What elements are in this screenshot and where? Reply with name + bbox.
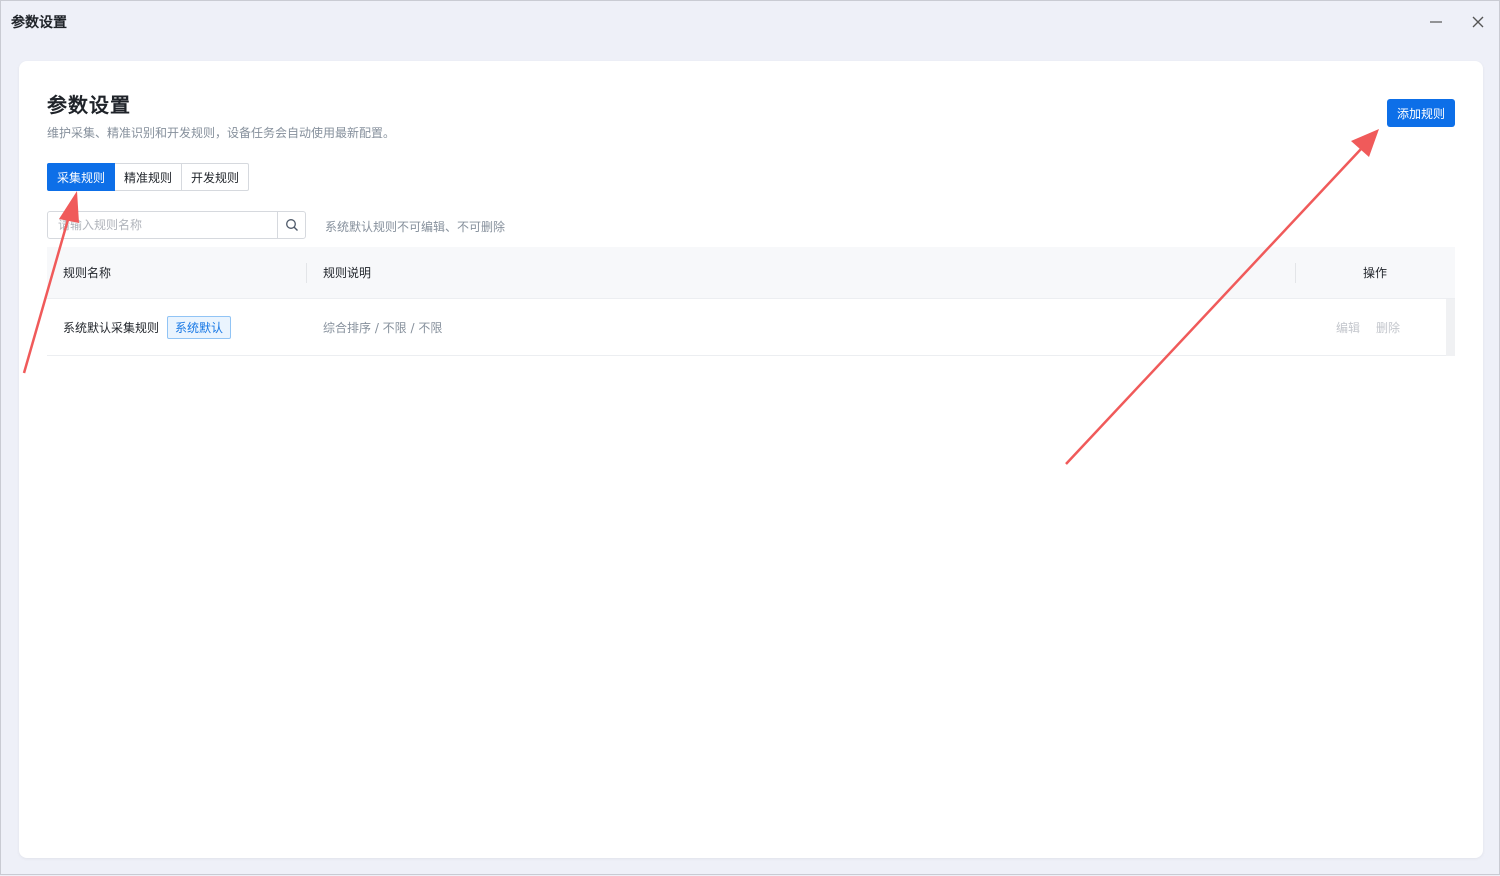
add-rule-button[interactable]: 添加规则 xyxy=(1386,99,1455,127)
page-subtitle: 维护采集、精准识别和开发规则，设备任务会自动使用最新配置。 xyxy=(47,126,396,140)
edit-link[interactable]: 编辑 xyxy=(1336,319,1360,336)
column-header-actions: 操作 xyxy=(1295,247,1455,298)
delete-link[interactable]: 删除 xyxy=(1376,319,1400,336)
search-hint: 系统默认规则不可编辑、不可删除 xyxy=(325,220,506,234)
table-header: 规则名称 规则说明 操作 xyxy=(47,247,1455,299)
rule-description: 综合排序 / 不限 / 不限 xyxy=(323,320,443,335)
table-scrollbar[interactable] xyxy=(1446,299,1455,356)
column-header-description: 规则说明 xyxy=(307,247,1295,298)
search-box xyxy=(47,211,306,239)
tab-precise-rules[interactable]: 精准规则 xyxy=(114,163,183,191)
search-icon xyxy=(285,219,298,231)
window-title: 参数设置 xyxy=(11,15,67,31)
system-default-badge: 系统默认 xyxy=(167,315,232,339)
search-input[interactable] xyxy=(48,212,277,238)
column-header-actions-label: 操作 xyxy=(1362,266,1387,280)
page-title: 参数设置 xyxy=(47,93,131,117)
column-divider xyxy=(1295,263,1296,283)
rules-table: 规则名称 规则说明 操作 系统默认采集规则 系统默认 综合排序 / 不限 / 不… xyxy=(47,247,1455,356)
column-header-name-label: 规则名称 xyxy=(63,266,112,280)
column-header-name: 规则名称 xyxy=(47,247,307,298)
close-button[interactable] xyxy=(1465,9,1491,35)
close-icon xyxy=(1472,16,1484,28)
minimize-button[interactable] xyxy=(1423,9,1449,35)
tab-collect-rules[interactable]: 采集规则 xyxy=(47,163,116,191)
column-header-description-label: 规则说明 xyxy=(323,266,372,280)
search-button[interactable] xyxy=(277,212,305,238)
minimize-icon xyxy=(1430,21,1442,23)
rule-name: 系统默认采集规则 xyxy=(63,320,160,335)
title-bar: 参数设置 xyxy=(1,1,1499,43)
tab-dev-rules[interactable]: 开发规则 xyxy=(181,163,250,191)
rule-tabs: 采集规则 精准规则 开发规则 xyxy=(47,163,250,191)
rule-name-cell: 系统默认采集规则 系统默认 xyxy=(47,315,307,339)
rule-actions: 编辑 删除 xyxy=(1295,319,1455,336)
settings-card: 参数设置 维护采集、精准识别和开发规则，设备任务会自动使用最新配置。 添加规则 … xyxy=(19,61,1483,858)
table-row: 系统默认采集规则 系统默认 综合排序 / 不限 / 不限 编辑 删除 xyxy=(47,299,1455,356)
settings-window: 参数设置 参数设置 维护采集、精准识别和开发规则，设备任务会自动使用最新配置。 … xyxy=(0,0,1500,875)
